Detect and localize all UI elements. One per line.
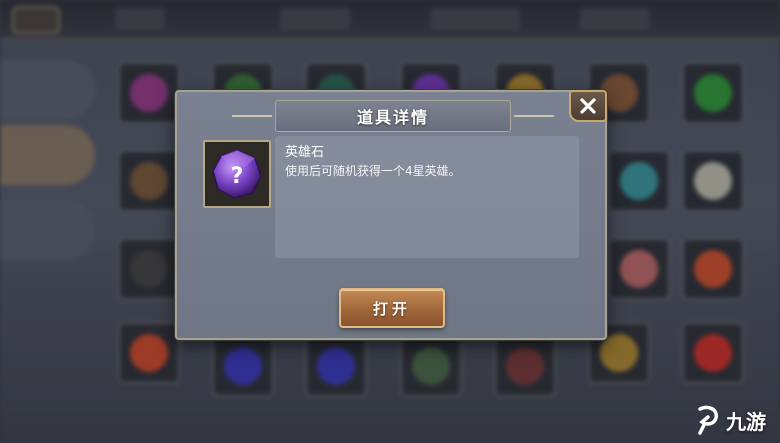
open-button-label: 打开 bbox=[372, 299, 411, 318]
item-info-panel: 英雄石 使用后可随机获得一个4星英雄。 bbox=[275, 136, 579, 258]
svg-text:?: ? bbox=[231, 164, 244, 189]
nine-game-logo-icon bbox=[698, 405, 718, 435]
item-description: 使用后可随机获得一个4星英雄。 bbox=[285, 164, 461, 178]
item-name: 英雄石 bbox=[285, 145, 325, 160]
close-button[interactable] bbox=[569, 90, 607, 122]
purple-gem-question-icon: ? bbox=[212, 149, 262, 199]
item-icon-slot: ? bbox=[203, 140, 271, 208]
dialog-title: 道具详情 bbox=[356, 108, 429, 127]
dialog-header: 道具详情 bbox=[232, 100, 554, 132]
watermark-text: 九游 bbox=[726, 409, 766, 434]
close-icon bbox=[580, 98, 596, 114]
item-detail-dialog: 道具详情 ? 英雄石 使用后可随机获得一个4星英雄。 打开 bbox=[175, 90, 607, 340]
open-button[interactable]: 打开 bbox=[339, 288, 445, 328]
watermark: 九游 bbox=[694, 403, 766, 437]
